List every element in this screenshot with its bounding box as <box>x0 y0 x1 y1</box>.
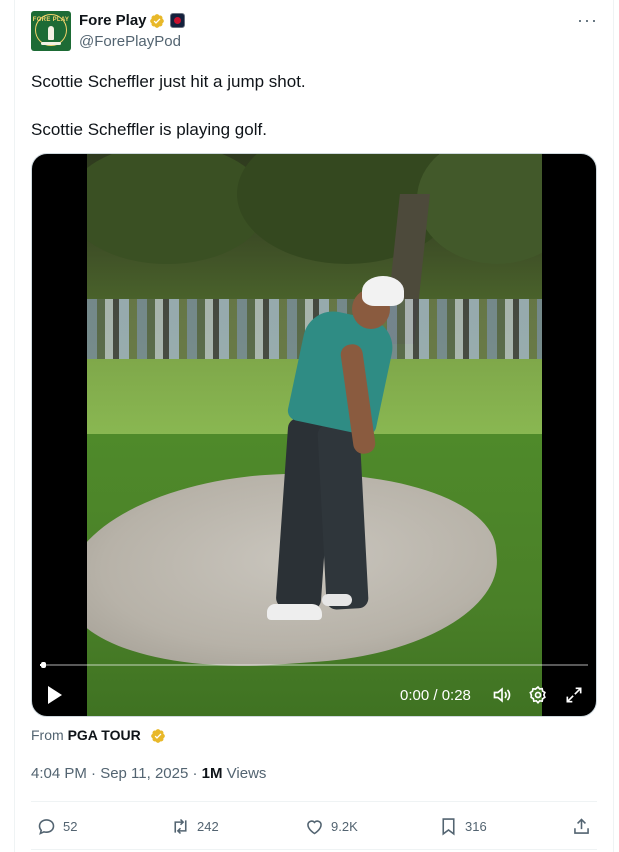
play-icon[interactable] <box>46 685 64 705</box>
divider-bottom <box>31 849 597 850</box>
volume-icon[interactable] <box>492 685 512 705</box>
avatar-logo-text: FORE PLAY <box>32 17 70 23</box>
like-count: 9.2K <box>331 818 358 834</box>
source-verified-badge-icon <box>151 729 165 743</box>
reply-count: 52 <box>63 818 78 834</box>
bookmark-count: 316 <box>465 818 487 834</box>
verified-badge-icon <box>150 14 164 28</box>
video-time: 0:00 / 0:28 <box>400 687 471 704</box>
views-label: Views <box>222 765 267 782</box>
tweet-line-2: Scottie Scheffler is playing golf. <box>31 120 267 139</box>
reply-icon <box>38 818 55 835</box>
repost-button[interactable]: 242 <box>170 815 219 837</box>
repost-count: 242 <box>197 818 219 834</box>
fullscreen-icon[interactable] <box>564 685 584 705</box>
divider-top <box>31 801 597 802</box>
like-button[interactable]: 9.2K <box>304 815 358 837</box>
tweet-line-1: Scottie Scheffler just hit a jump shot. <box>31 72 306 91</box>
share-button[interactable] <box>571 815 592 837</box>
more-icon[interactable]: ··· <box>577 10 598 31</box>
share-icon <box>574 817 589 834</box>
like-icon <box>307 819 322 834</box>
bookmark-icon <box>442 817 455 836</box>
source-attribution: From PGA TOUR <box>31 727 141 743</box>
repost-icon <box>174 818 187 834</box>
video-player[interactable]: 0:00 / 0:28 <box>31 153 597 717</box>
affiliate-badge-icon <box>170 13 185 28</box>
source-prefix: From <box>31 727 68 743</box>
author-handle[interactable]: @ForePlayPod <box>79 33 181 50</box>
avatar[interactable]: FORE PLAY <box>31 11 71 51</box>
settings-icon[interactable] <box>528 685 548 705</box>
video-progress-bar[interactable] <box>40 662 588 668</box>
timestamp[interactable]: 4:04 PM · Sep 11, 2025 · <box>31 765 202 782</box>
views-count: 1M <box>201 765 223 782</box>
reply-button[interactable]: 52 <box>36 815 77 837</box>
source-name[interactable]: PGA TOUR <box>68 727 141 743</box>
bookmark-button[interactable]: 316 <box>438 815 487 837</box>
author-display-name[interactable]: Fore Play <box>79 12 147 29</box>
tweet-meta: 4:04 PM · Sep 11, 2025 · 1M Views <box>31 765 266 782</box>
video-frame <box>87 154 542 716</box>
tweet-text: Scottie Scheffler just hit a jump shot. … <box>31 70 591 166</box>
golfer-figure <box>252 274 422 644</box>
